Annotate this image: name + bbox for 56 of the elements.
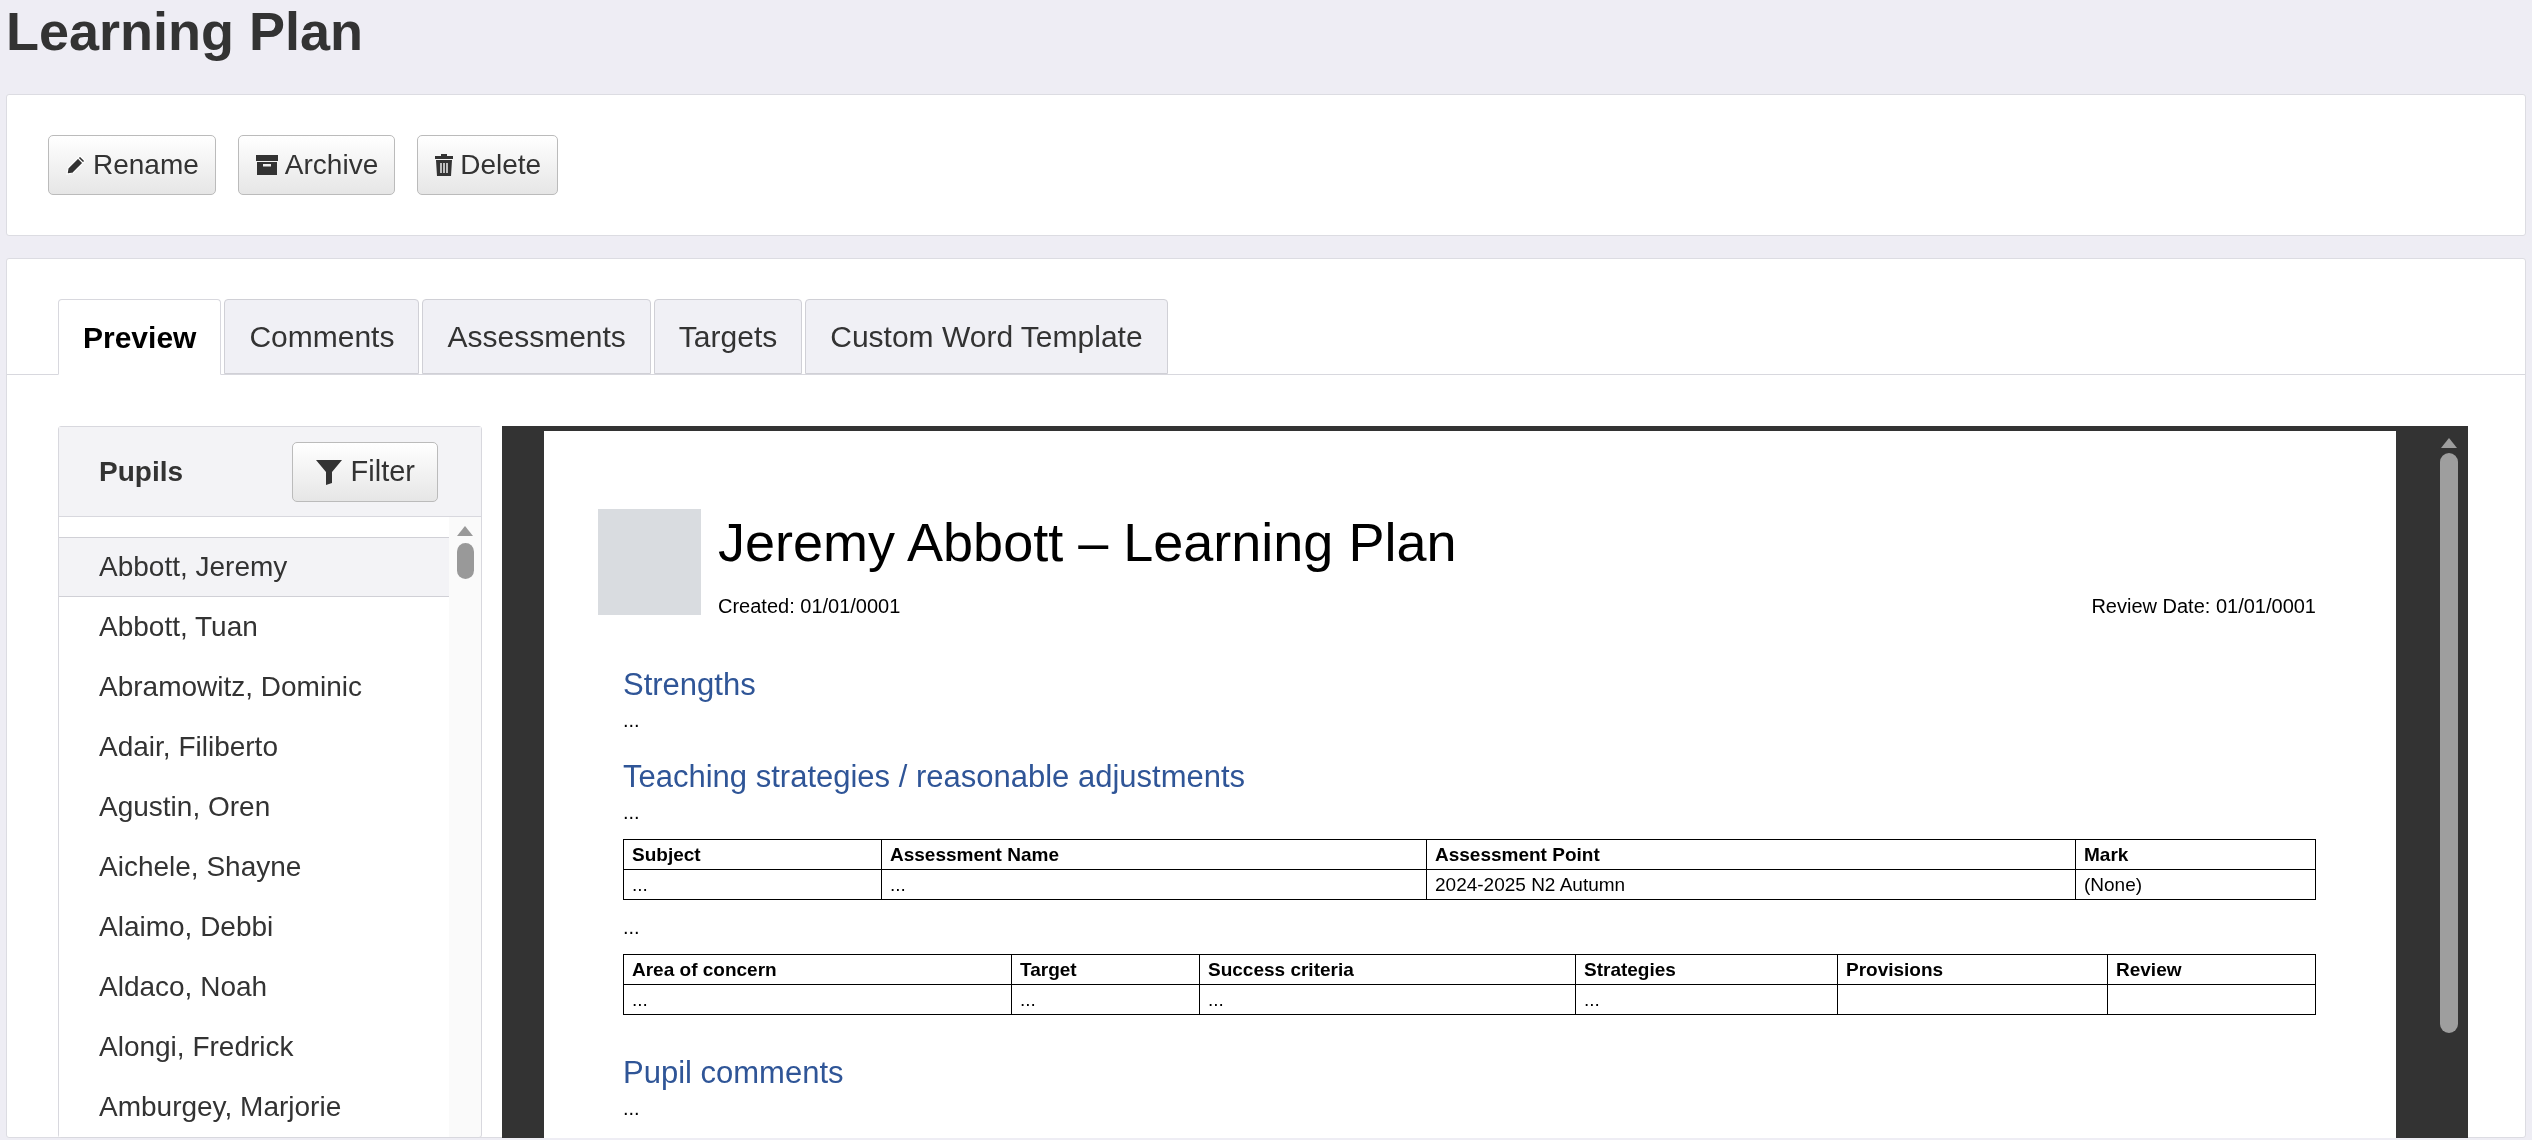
pupil-item[interactable]: Adair, Filiberto (59, 717, 449, 777)
column-header: Mark (2075, 839, 2316, 870)
column-header: Area of concern (623, 954, 1012, 985)
column-header: Assessment Point (1426, 839, 2076, 870)
pupil-item[interactable]: Aichele, Shayne (59, 837, 449, 897)
scroll-up-icon[interactable] (456, 525, 474, 537)
tab[interactable]: Comments (224, 299, 420, 374)
pupil-item[interactable]: Abbott, Tuan (59, 597, 449, 657)
section-heading: Teaching strategies / reasonable adjustments (623, 758, 1246, 796)
table-cell: ... (1199, 984, 1576, 1015)
trash-icon (434, 153, 455, 177)
table-cell: 2024-2025 N2 Autumn (1426, 869, 2076, 900)
tab[interactable]: Custom Word Template (805, 299, 1168, 374)
filter-button[interactable]: Filter (291, 441, 438, 502)
table-cell: ... (1575, 984, 1838, 1015)
table-cell: (None) (2075, 869, 2316, 900)
pupils-title: Pupils (99, 454, 183, 489)
table-cell: ... (1011, 984, 1200, 1015)
pupil-item[interactable]: Alongi, Fredrick (59, 1017, 449, 1077)
body-text: ... (623, 800, 640, 825)
table-cell: ... (623, 984, 1012, 1015)
action-button[interactable]: Rename (48, 135, 216, 195)
table-cell: ... (881, 869, 1427, 900)
column-header: Subject (623, 839, 882, 870)
tab[interactable]: Assessments (422, 299, 651, 374)
page-title: Learning Plan (5, 0, 365, 63)
body-text: ... (623, 915, 640, 940)
tab[interactable]: Targets (653, 299, 803, 374)
body-text: ... (623, 1096, 640, 1121)
body-text: ... (623, 708, 640, 733)
pencil-icon (65, 154, 87, 176)
scroll-thumb[interactable] (456, 543, 474, 579)
column-header: Provisions (1837, 954, 2108, 985)
pupil-item[interactable]: Abbott, Jeremy (59, 537, 449, 597)
column-header: Strategies (1575, 954, 1838, 985)
review-date: Review Date: 01/01/0001 (2091, 594, 2316, 619)
column-header: Target (1011, 954, 1200, 985)
action-button[interactable]: Archive (237, 135, 396, 195)
pupil-item[interactable]: Agustin, Oren (59, 777, 449, 837)
column-header: Success criteria (1199, 954, 1576, 985)
tab[interactable]: Preview (58, 299, 222, 375)
column-header: Review (2107, 954, 2316, 985)
section-heading: Strengths (623, 666, 756, 704)
column-header: Assessment Name (881, 839, 1427, 870)
box-icon (254, 154, 279, 176)
section-heading: Pupil comments (623, 1054, 844, 1092)
pupil-item[interactable]: Alaimo, Debbi (59, 897, 449, 957)
funnel-icon (314, 457, 343, 486)
action-button[interactable]: Delete (417, 135, 559, 195)
scroll-up-icon[interactable] (2440, 437, 2458, 449)
created-date: Created: 01/01/0001 (718, 594, 901, 619)
pupil-item[interactable]: Aldaco, Noah (59, 957, 449, 1017)
pupil-item[interactable]: Abramowitz, Dominic (59, 657, 449, 717)
scroll-thumb[interactable] (2440, 453, 2458, 1033)
table-cell: ... (623, 869, 882, 900)
pupil-item[interactable]: Amburgey, Marjorie (59, 1077, 449, 1137)
